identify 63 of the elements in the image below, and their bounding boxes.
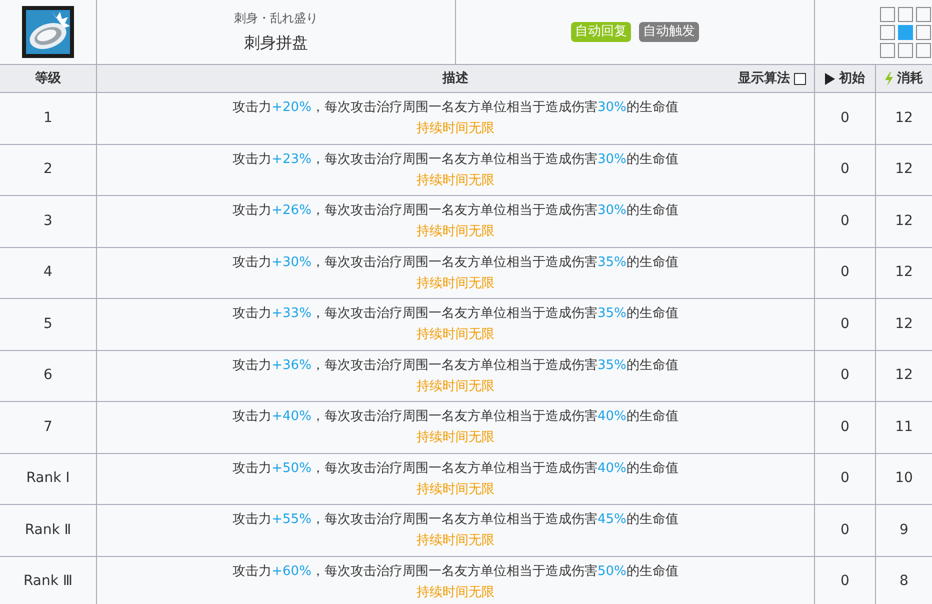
cost-cell-text: 9	[900, 520, 908, 540]
description-text: 攻击力+20%，每次攻击治疗周围一名友方单位相当于造成伤害30%的生命值	[232, 99, 678, 118]
level-cell-text: Rank Ⅲ	[23, 572, 73, 592]
duration-text: 持续时间无限	[416, 326, 494, 344]
duration-text: 持续时间无限	[416, 378, 494, 396]
tag: 自动触发	[639, 22, 699, 42]
level-cell-text: 7	[44, 418, 52, 437]
initial-cell-text: 0	[840, 263, 850, 282]
level-cell-text: 1	[44, 108, 52, 128]
description-text: 攻击力+30%，每次攻击治疗周围一名友方单位相当于造成伤害35%的生命值	[232, 254, 678, 272]
level-cell-text: Rank Ⅱ	[24, 520, 72, 540]
cost-cell-text: 8	[900, 572, 908, 592]
column-header: 描述	[442, 70, 468, 88]
duration-text: 持续时间无限	[416, 274, 494, 293]
initial-cell-text: 0	[840, 160, 850, 180]
level-cell-text: 2	[44, 160, 52, 180]
description-text: 攻击力+60%，每次攻击治疗周围一名友方单位相当于造成伤害50%的生命值	[232, 562, 678, 581]
initial-cell-text: 0	[840, 366, 850, 386]
level-cell-text: 4	[44, 263, 52, 282]
initial-cell-text: 0	[840, 212, 850, 231]
initial-cell-text: 0	[840, 572, 850, 592]
cost-cell-text: 12	[895, 366, 913, 386]
initial-cell-text: 0	[840, 418, 850, 437]
sushi-platter-icon	[22, 6, 74, 58]
duration-text: 持续时间无限	[416, 532, 494, 550]
cost-cell-text: 12	[895, 314, 913, 334]
cost-cell-text: 12	[895, 263, 913, 282]
description-text: 攻击力+33%，每次攻击治疗周围一名友方单位相当于造成伤害35%的生命值	[232, 305, 678, 324]
duration-text: 持续时间无限	[416, 429, 494, 448]
initial-cell-text: 0	[840, 469, 850, 488]
column-header: 等级	[35, 70, 61, 88]
show-formula-label: 显示算法	[738, 70, 790, 88]
description-text: 攻击力+36%，每次攻击治疗周围一名友方单位相当于造成伤害35%的生命值	[232, 356, 678, 375]
initial-cell-text: 0	[840, 108, 850, 128]
level-cell-text: 5	[44, 314, 52, 334]
duration-text: 持续时间无限	[416, 223, 494, 242]
duration-text: 持续时间无限	[416, 172, 494, 190]
level-cell-text: 6	[44, 366, 52, 386]
initial-cell-text: 0	[840, 314, 850, 334]
cost-cell-text: 12	[895, 160, 913, 180]
play-icon	[825, 72, 835, 84]
description-text: 攻击力+55%，每次攻击治疗周围一名友方单位相当于造成伤害45%的生命值	[232, 511, 678, 530]
duration-text: 持续时间无限	[416, 584, 494, 602]
cost-cell-text: 12	[895, 108, 913, 128]
description-text: 攻击力+40%，每次攻击治疗周围一名友方单位相当于造成伤害40%的生命值	[232, 408, 678, 426]
description-text: 攻击力+50%，每次攻击治疗周围一名友方单位相当于造成伤害40%的生命值	[232, 460, 678, 478]
duration-text: 持续时间无限	[416, 480, 494, 499]
description-text: 攻击力+26%，每次攻击治疗周围一名友方单位相当于造成伤害30%的生命值	[232, 202, 678, 220]
lightning-icon	[885, 72, 893, 86]
show-formula-checkbox[interactable]	[794, 72, 806, 84]
skill-name: 刺身拼盘	[244, 32, 308, 54]
column-header: 初始	[839, 70, 865, 88]
tag: 自动回复	[571, 22, 631, 42]
initial-cell-text: 0	[840, 520, 850, 540]
level-cell-text: Rank Ⅰ	[26, 469, 70, 488]
cost-cell-text: 10	[895, 469, 913, 488]
column-header: 消耗	[897, 70, 923, 88]
description-text: 攻击力+23%，每次攻击治疗周围一名友方单位相当于造成伤害30%的生命值	[232, 150, 678, 169]
cost-cell-text: 12	[895, 212, 913, 231]
cost-cell-text: 11	[895, 418, 913, 437]
duration-text: 持续时间无限	[416, 120, 494, 138]
skill-subtitle: 刺身・乱れ盛り	[234, 10, 318, 27]
level-cell-text: 3	[44, 212, 52, 231]
